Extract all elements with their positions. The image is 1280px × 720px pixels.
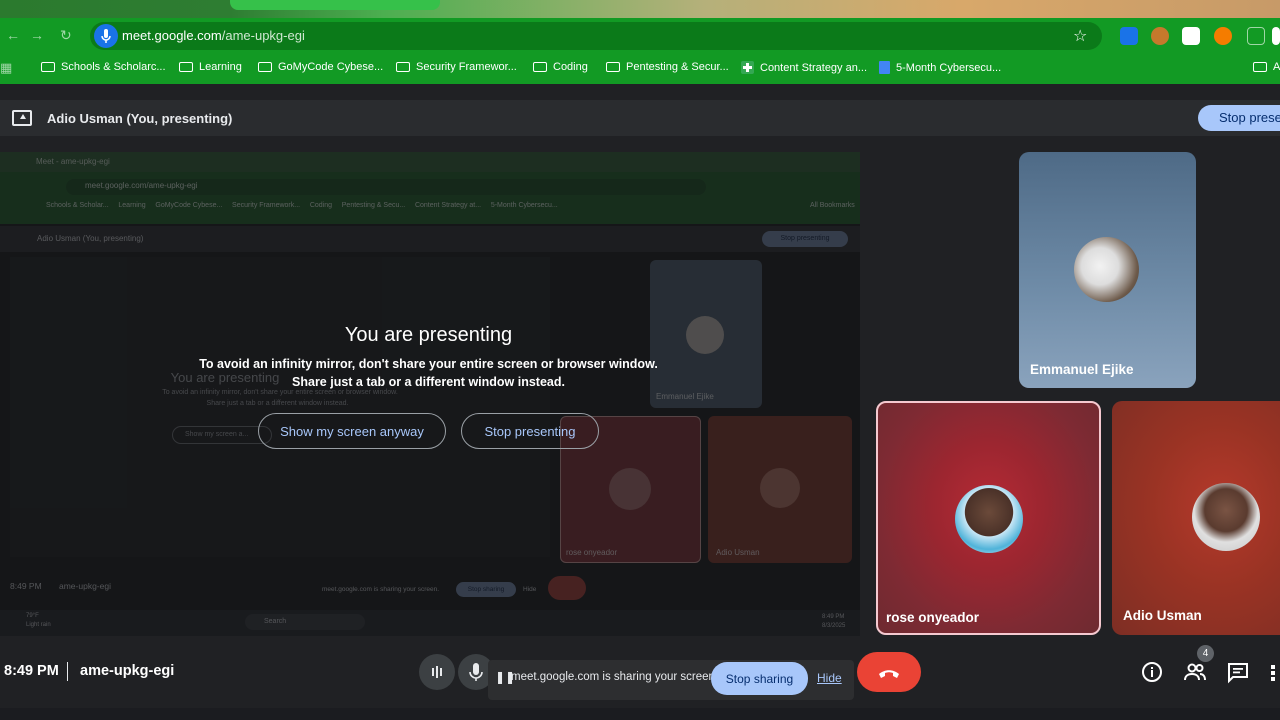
folder-icon <box>1253 62 1267 72</box>
back-icon[interactable]: ← <box>6 27 20 43</box>
folder-icon <box>396 62 410 72</box>
extension-icon[interactable] <box>1214 27 1232 45</box>
overlay-title: You are presenting <box>344 324 513 346</box>
bookmark-label: Learning <box>199 61 242 73</box>
bookmark-label: Coding <box>553 61 588 73</box>
avatar <box>1192 483 1260 551</box>
extensions-puzzle-icon[interactable] <box>1247 27 1265 45</box>
stop-sharing-button[interactable]: Stop sharing <box>711 662 808 695</box>
presenting-title: Adio Usman (You, presenting) <box>47 111 233 126</box>
avatar <box>955 485 1023 553</box>
participant-tile[interactable]: Emmanuel Ejike <box>1019 152 1196 388</box>
extension-icon[interactable] <box>1120 27 1138 45</box>
bookmark-label: A <box>1273 61 1280 73</box>
bookmark-item[interactable]: 5-Month Cybersecu... <box>879 61 1001 74</box>
bookmark-label: Pentesting & Secur... <box>626 61 729 73</box>
folder-icon <box>533 62 547 72</box>
bookmark-item[interactable]: Pentesting & Secur... <box>606 61 729 73</box>
mirror-dim-layer <box>0 152 860 636</box>
mic-icon[interactable] <box>94 24 118 48</box>
apps-grid-icon[interactable]: ▦ <box>0 60 12 76</box>
bookmark-label: Schools & Scholarc... <box>61 61 166 73</box>
url-text: meet.google.com/ame-upkg-egi <box>122 28 305 43</box>
divider <box>67 662 68 681</box>
participant-name: Adio Usman <box>1123 608 1202 623</box>
share-status-text: meet.google.com is sharing your screen. <box>511 671 719 683</box>
participant-name: rose onyeador <box>886 610 980 625</box>
chat-icon[interactable] <box>1226 660 1250 684</box>
bookmark-item[interactable]: Coding <box>533 61 588 73</box>
leave-call-button[interactable] <box>857 652 921 692</box>
stop-presenting-button[interactable]: Stop prese <box>1198 105 1280 131</box>
participant-tile[interactable]: Adio Usman <box>1112 401 1280 635</box>
sheets-icon <box>741 61 754 74</box>
audio-levels-icon <box>432 666 442 678</box>
stop-presenting-button[interactable]: Stop presenting <box>461 413 599 449</box>
bookmark-label: GoMyCode Cybese... <box>278 61 384 73</box>
activities-icon[interactable] <box>1268 660 1280 684</box>
profile-icon[interactable] <box>1272 27 1280 45</box>
active-tab[interactable] <box>230 0 440 10</box>
cookie-extension-icon[interactable] <box>1151 27 1169 45</box>
reload-icon[interactable]: ↻ <box>60 27 72 44</box>
bookmark-item[interactable]: Schools & Scholarc... <box>41 61 166 73</box>
bookmark-label: Security Framewor... <box>416 61 517 73</box>
docs-icon <box>879 61 890 74</box>
bookmark-item[interactable]: GoMyCode Cybese... <box>258 61 383 73</box>
participant-name: Emmanuel Ejike <box>1030 362 1134 377</box>
folder-icon <box>606 62 620 72</box>
folder-icon <box>41 62 55 72</box>
overlay-message: Share just a tab or a different window i… <box>292 375 565 389</box>
bookmark-item[interactable]: A <box>1253 61 1280 73</box>
folder-icon <box>179 62 193 72</box>
meeting-code: ame-upkg-egi <box>80 663 175 679</box>
info-icon[interactable] <box>1140 660 1164 684</box>
bookmark-label: 5-Month Cybersecu... <box>896 61 1002 74</box>
bookmark-item[interactable]: Security Framewor... <box>396 61 517 73</box>
hang-up-icon <box>879 670 899 678</box>
show-screen-anyway-button[interactable]: Show my screen anyway <box>258 413 446 449</box>
folder-icon <box>258 62 272 72</box>
bookmark-item[interactable]: Learning <box>179 61 242 73</box>
bookmark-item[interactable]: Content Strategy an... <box>741 61 867 74</box>
clock: 8:49 PM <box>4 663 59 679</box>
participant-tile[interactable]: rose onyeador <box>876 401 1101 635</box>
hide-link[interactable]: Hide <box>817 671 842 685</box>
avatar <box>1074 237 1139 302</box>
participant-count-badge: 4 <box>1197 645 1214 662</box>
os-taskbar <box>0 708 1280 720</box>
tab-strip <box>0 0 1280 18</box>
present-screen-icon <box>12 110 32 126</box>
extension-icon[interactable] <box>1182 27 1200 45</box>
people-icon[interactable] <box>1183 660 1207 684</box>
bookmark-label: Content Strategy an... <box>760 61 868 74</box>
overlay-message: To avoid an infinity mirror, don't share… <box>199 357 658 371</box>
bookmark-star-icon[interactable]: ☆ <box>1073 26 1087 46</box>
audio-levels-button[interactable] <box>419 654 455 690</box>
forward-icon[interactable]: → <box>30 27 44 43</box>
